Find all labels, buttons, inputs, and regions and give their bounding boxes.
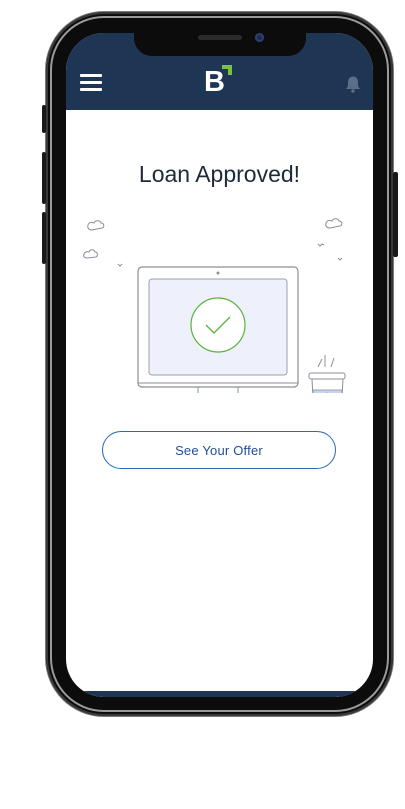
phone-notch bbox=[134, 33, 306, 56]
app-header: B bbox=[66, 33, 373, 110]
see-your-offer-button[interactable]: See Your Offer bbox=[102, 431, 336, 469]
cloud-icon bbox=[83, 218, 343, 259]
speaker-grille bbox=[198, 35, 242, 40]
front-camera bbox=[255, 33, 264, 42]
phone-side-button-left-2 bbox=[42, 152, 46, 204]
check-circle-icon bbox=[190, 297, 246, 353]
hamburger-menu-icon[interactable] bbox=[80, 74, 102, 92]
logo-accent-icon bbox=[222, 65, 232, 75]
monitor-stand bbox=[197, 387, 239, 393]
phone-side-button-left-1 bbox=[42, 105, 46, 133]
page-title: Loan Approved! bbox=[138, 161, 301, 187]
bird-icon bbox=[117, 243, 343, 267]
approved-illustration bbox=[83, 218, 346, 393]
phone-side-button-right bbox=[393, 172, 398, 257]
brand-logo: B bbox=[204, 64, 238, 100]
phone-side-button-left-3 bbox=[42, 212, 46, 264]
coffee-cup-icon bbox=[308, 355, 346, 393]
bottom-bar bbox=[66, 691, 373, 697]
bell-icon[interactable] bbox=[345, 75, 361, 93]
phone-screen: B Loan Approved! See Your Offer bbox=[66, 33, 373, 697]
